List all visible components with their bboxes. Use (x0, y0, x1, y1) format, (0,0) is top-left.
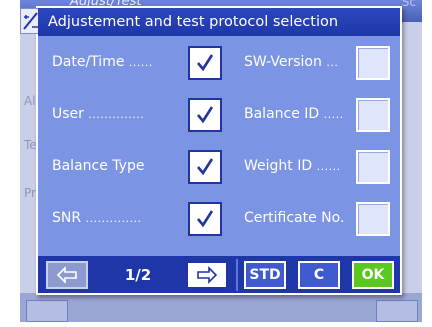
background-header-right-text: Sc (401, 0, 416, 9)
check-icon (197, 210, 214, 228)
clear-button[interactable]: C (298, 261, 340, 289)
check-icon (197, 158, 214, 176)
option-label-user: User .............. (52, 106, 144, 122)
footer-separator (236, 259, 238, 291)
ok-button[interactable]: OK (352, 261, 394, 289)
option-text: User (52, 106, 84, 122)
check-icon (197, 106, 214, 124)
background-footer-button (376, 300, 418, 322)
background-label-1: Al (24, 94, 36, 108)
checkbox-balance-type[interactable] (188, 150, 222, 184)
checkbox-snr[interactable] (188, 202, 222, 236)
check-icon (197, 54, 214, 72)
page-indicator: 1/2 (124, 266, 152, 284)
option-dots: ...... (128, 56, 153, 69)
option-dots: .............. (88, 108, 145, 121)
option-dots: ...... (316, 160, 341, 173)
option-label-snr: SNR .............. (52, 210, 142, 226)
checkbox-date-time[interactable] (188, 46, 222, 80)
background-footer (20, 293, 422, 322)
option-dots: ..... (323, 108, 344, 121)
std-button[interactable]: STD (244, 261, 286, 289)
checkbox-sw-version[interactable] (356, 46, 390, 80)
option-dots: .............. (85, 212, 142, 225)
protocol-selection-dialog: Adjustement and test protocol selection … (20, 6, 402, 295)
option-text: Certificate No. (244, 210, 345, 226)
option-text: Balance ID (244, 106, 320, 122)
option-label-certificate-no: Certificate No. (244, 210, 344, 226)
arrow-left-icon (56, 266, 77, 284)
dialog-title: Adjustement and test protocol selection (38, 8, 400, 36)
checkbox-weight-id[interactable] (356, 150, 390, 184)
option-dots: ... (326, 56, 339, 69)
screen: Adjust/Test Sc Al Te Pr Adjustement and … (20, 0, 422, 322)
checkbox-certificate-no[interactable] (356, 202, 390, 236)
option-text: SW-Version (244, 54, 322, 70)
option-label-sw-version: SW-Version ... (244, 54, 338, 70)
option-text: Date/Time (52, 54, 125, 70)
option-label-date-time: Date/Time ...... (52, 54, 153, 70)
background-label-2: Te (24, 138, 37, 152)
checkbox-user[interactable] (188, 98, 222, 132)
background-footer-button (26, 300, 68, 322)
option-text: Weight ID (244, 158, 313, 174)
option-label-balance-type: Balance Type (52, 158, 144, 174)
previous-page-button[interactable] (46, 261, 88, 289)
option-label-weight-id: Weight ID ...... (244, 158, 341, 174)
background-label-3: Pr (24, 186, 36, 200)
dialog-body: Date/Time ...... User .............. Bal… (38, 36, 400, 256)
dialog-footer: 1/2 STD C OK (38, 256, 400, 293)
option-text: SNR (52, 210, 82, 226)
checkbox-balance-id[interactable] (356, 98, 390, 132)
option-text: Balance Type (52, 158, 145, 174)
arrow-right-icon (197, 266, 218, 284)
option-label-balance-id: Balance ID ..... (244, 106, 344, 122)
next-page-button[interactable] (186, 261, 228, 289)
